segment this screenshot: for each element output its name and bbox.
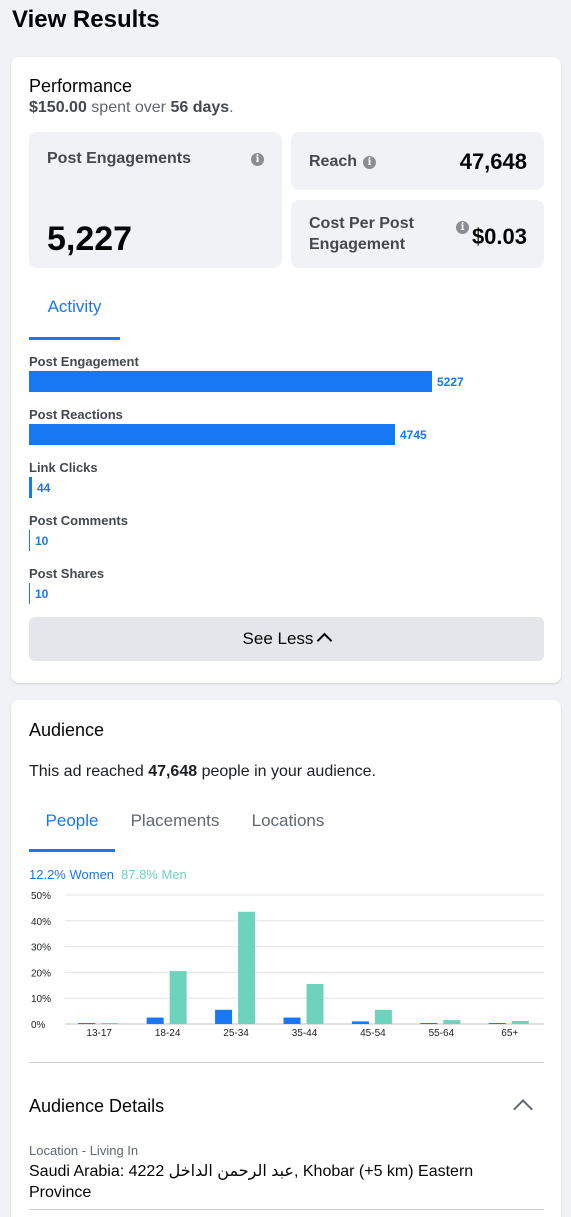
y-tick-label: 10%: [31, 994, 51, 1005]
x-tick-label: 45-54: [360, 1028, 386, 1039]
metric-bar: [29, 371, 432, 392]
bar-men: [374, 1009, 392, 1024]
audience-card: Audience This ad reached 47,648 people i…: [11, 700, 561, 1217]
location-value: Saudi Arabia: 4222 عبد الرحمن الداخل, Kh…: [29, 1163, 474, 1201]
age-gender-chart: 0% 10% 20% 30% 40% 50% 13-17 18-24 25-34 35-44 45-…: [31, 891, 544, 1039]
post-engagements-stat: Post Engagements i 5,227: [29, 132, 282, 268]
legend-men: 87.8% Men: [121, 867, 187, 882]
see-less-label: See Less: [242, 629, 314, 648]
y-tick-label: 40%: [31, 917, 51, 928]
metric-label: Post Shares: [29, 566, 105, 581]
summary-period: .: [229, 99, 234, 116]
bar-women: [146, 1017, 164, 1024]
tab-placements[interactable]: Placements: [127, 800, 223, 852]
metric-value: 10: [35, 534, 49, 548]
audience-title: Audience: [29, 720, 105, 740]
y-tick-label: 20%: [31, 968, 51, 979]
y-tick-label: 0%: [31, 1020, 46, 1031]
bar-men: [511, 1020, 529, 1024]
metric-label: Link Clicks: [29, 460, 98, 475]
metric-label: Post Engagement: [29, 354, 139, 369]
cost-per-engagement-stat: Cost Per Post Engagement i $0.03: [291, 200, 544, 268]
divider: [29, 1209, 544, 1210]
x-tick-label: 35-44: [292, 1028, 318, 1039]
performance-card: Performance $150.00 spent over 56 days. …: [11, 57, 561, 683]
x-tick-label: 13-17: [86, 1028, 112, 1039]
x-tick-label: 65+: [501, 1028, 518, 1039]
cost-per-engagement-label: Cost Per Post Engagement: [309, 215, 414, 253]
y-tick-label: 50%: [31, 891, 51, 902]
metric-bar: [29, 583, 30, 604]
bar-men: [101, 1023, 119, 1024]
metric-bar: [29, 477, 32, 498]
metric-label: Post Reactions: [29, 407, 123, 422]
info-icon[interactable]: i: [456, 221, 469, 234]
performance-summary: $150.00 spent over 56 days.: [29, 99, 234, 117]
metric-value: 44: [37, 481, 51, 495]
post-engagements-value: 5,227: [47, 220, 133, 258]
info-icon[interactable]: i: [363, 156, 376, 169]
chevron-up-icon: [317, 632, 333, 649]
metric-value: 10: [35, 587, 49, 601]
reach-label: Reach: [309, 153, 358, 170]
tab-locations[interactable]: Locations: [247, 800, 329, 852]
metric-value: 5227: [437, 375, 464, 389]
audience-summary: This ad reached 47,648 people in your au…: [29, 763, 376, 781]
reach-stat: Reach i 47,648: [291, 132, 544, 190]
y-tick-label: 30%: [31, 943, 51, 954]
metric-bar: [29, 530, 30, 551]
days-count: 56 days: [170, 99, 230, 116]
summary-text: spent over: [86, 99, 171, 116]
bar-women: [351, 1021, 369, 1024]
bar-women: [283, 1017, 301, 1024]
bar-men: [238, 911, 256, 1024]
tab-activity[interactable]: Activity: [29, 288, 120, 340]
tab-people[interactable]: People: [29, 800, 115, 852]
bar-women: [420, 1022, 438, 1024]
bar-men: [443, 1020, 461, 1024]
info-icon[interactable]: i: [251, 153, 264, 166]
x-tick-label: 18-24: [155, 1028, 181, 1039]
amount-spent: $150.00: [29, 99, 87, 116]
bar-women: [215, 1009, 233, 1024]
x-tick-label: 55-64: [429, 1028, 455, 1039]
bar-women: [78, 1023, 96, 1024]
performance-title: Performance: [29, 76, 133, 96]
metric-label: Post Comments: [29, 513, 128, 528]
audience-summary-suffix: people in your audience.: [197, 763, 376, 780]
chevron-up-icon[interactable]: [513, 1099, 533, 1119]
audience-summary-prefix: This ad reached: [29, 763, 149, 780]
see-less-button[interactable]: See Less: [29, 617, 544, 661]
metric-bar: [29, 424, 395, 445]
cost-per-engagement-value: $0.03: [471, 224, 527, 249]
metric-value: 4745: [400, 428, 427, 442]
divider: [29, 1062, 544, 1063]
audience-details-title: Audience Details: [29, 1096, 165, 1116]
legend-women: 12.2% Women: [29, 867, 115, 882]
location-label: Location - Living In: [29, 1143, 139, 1158]
bar-men: [306, 984, 324, 1024]
reach-value: 47,648: [459, 149, 527, 174]
bar-women: [488, 1023, 506, 1024]
x-tick-label: 25-34: [223, 1028, 249, 1039]
page-title: View Results: [12, 6, 160, 33]
bar-men: [169, 971, 187, 1024]
post-engagements-label: Post Engagements: [47, 150, 192, 167]
audience-reach-count: 47,648: [148, 763, 198, 780]
